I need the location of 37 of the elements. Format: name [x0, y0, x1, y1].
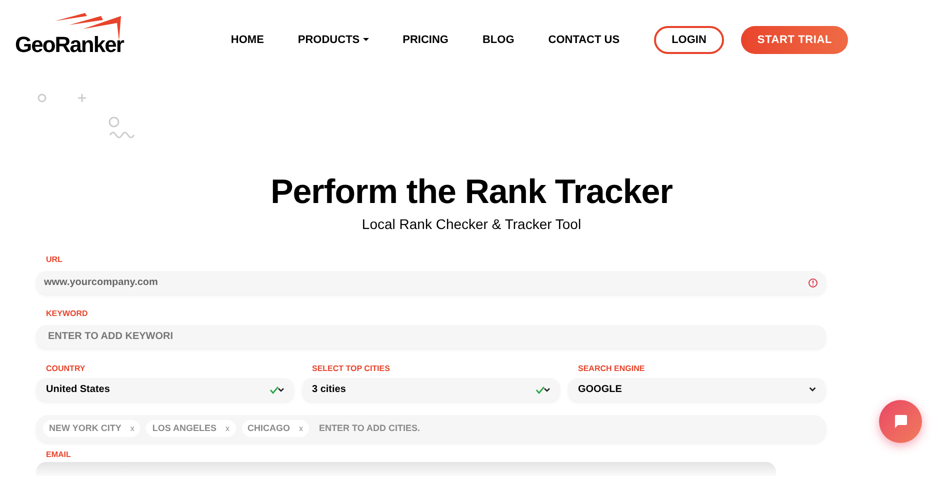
chat-icon [893, 414, 908, 429]
page-title: Perform the Rank Tracker [270, 172, 672, 212]
city-name: LOS ANGELES [152, 422, 217, 435]
select-field[interactable]: United States [36, 378, 294, 401]
nav-link[interactable]: PRODUCTS [298, 32, 369, 48]
field-label: KEYWORD [46, 309, 89, 319]
start-trial-button[interactable]: START TRIAL [741, 26, 848, 54]
remove-button[interactable]: x [130, 422, 134, 434]
email-field[interactable] [36, 462, 776, 476]
page-subtitle: Local Rank Checker & Tracker Tool [362, 215, 582, 234]
field-label: URL [46, 255, 64, 265]
cities-placeholder: ENTER TO ADD CITIES. [319, 422, 420, 435]
city-name: CHICAGO [248, 422, 290, 435]
nav-link[interactable]: CONTACT US [548, 32, 620, 48]
city-name: NEW YORK CITY [49, 422, 122, 435]
field-label: SEARCH ENGINE [578, 364, 646, 374]
cities-field[interactable]: NEW YORK CITY x LOS ANGELES x CHICAGO x ENTER TO ADD CITIES. [36, 415, 826, 442]
remove-button[interactable]: x [299, 422, 304, 434]
nav-link[interactable]: HOME [230, 32, 264, 48]
select-field[interactable]: GOOGLE [568, 378, 826, 401]
select-field[interactable]: 3 cities [302, 378, 560, 401]
select-value: GOOGLE [578, 383, 622, 397]
login-button[interactable]: LOGIN [654, 26, 724, 54]
url-field[interactable]: www.yourcompany.com [36, 271, 826, 294]
field-label: COUNTRY [46, 364, 86, 374]
field-label: EMAIL [46, 450, 72, 460]
nav-link[interactable]: BLOG [482, 32, 514, 48]
url-value: www.yourcompany.com [44, 276, 158, 290]
caret-icon [362, 38, 369, 42]
select-value: United States [46, 383, 110, 397]
keyword-field[interactable]: ENTER TO ADD KEYWORI [36, 325, 826, 348]
chat-button[interactable] [879, 400, 922, 443]
field-label: SELECT TOP CITIES [312, 364, 391, 374]
nav-link[interactable]: PRICING [402, 32, 448, 48]
select-value: 3 cities [312, 383, 346, 397]
remove-button[interactable]: x [226, 422, 230, 434]
logo-text[interactable]: GeoRanker [15, 34, 124, 56]
